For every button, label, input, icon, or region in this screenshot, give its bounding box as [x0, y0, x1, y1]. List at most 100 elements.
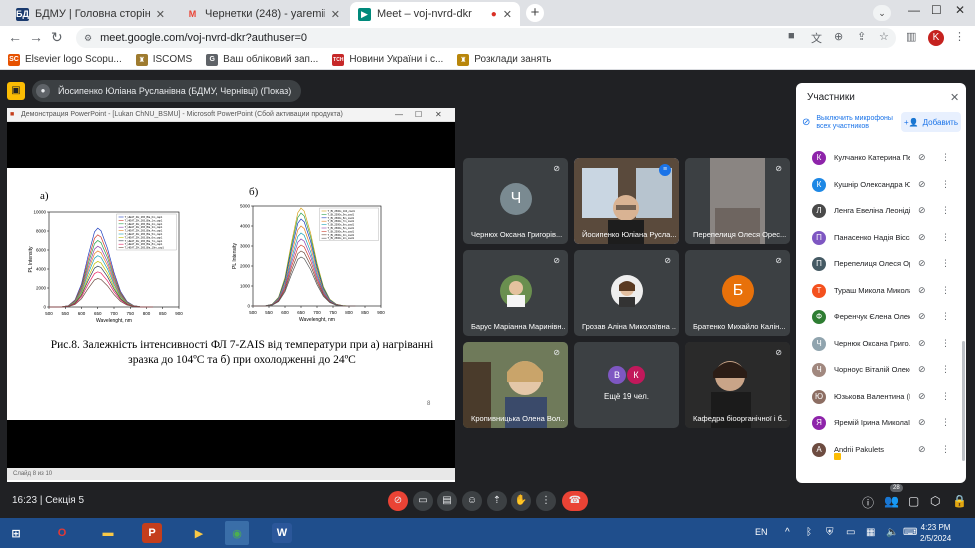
browser-menu-icon[interactable]: ⋮	[954, 30, 965, 43]
maximize-icon[interactable]: ☐	[931, 3, 942, 17]
profile-avatar[interactable]: K	[928, 30, 944, 46]
mic-off-icon[interactable]: ⊘	[918, 205, 926, 216]
forward-arrow-icon[interactable]: →	[29, 29, 43, 45]
mic-off-icon[interactable]: ⊘	[918, 285, 926, 296]
participant-tile[interactable]: ⊘ Ч Чернюх Оксана Григорів...	[463, 158, 568, 244]
bookmark-tsn[interactable]: ТСН Новини України і с...	[332, 53, 443, 66]
bookmark-iscoms[interactable]: ♜ ISCOMS	[135, 53, 192, 66]
system-clock[interactable]: 4:23 PM 2/5/2024	[920, 522, 951, 544]
bluetooth-icon[interactable]: ᛒ	[806, 527, 812, 538]
participant-row[interactable]: П Панасенко Надія Віссa... ⊘ ⋮	[796, 225, 966, 251]
side-panel-icon[interactable]: ▥	[906, 30, 916, 43]
share-icon[interactable]: ⇪	[857, 30, 866, 43]
powerpoint-taskbar-icon[interactable]: P	[142, 523, 162, 543]
volume-icon[interactable]: 🔈	[886, 527, 898, 538]
participant-row[interactable]: Ч Чернюк Оксана Григо... ⊘ ⋮	[796, 331, 966, 357]
participant-row[interactable]: Ч Чорноус Віталій Олекс... ⊘ ⋮	[796, 357, 966, 383]
leave-call-button[interactable]: ☎	[562, 491, 588, 511]
keyboard-language[interactable]: EN	[755, 527, 768, 537]
new-tab-button[interactable]: +	[526, 4, 544, 22]
host-controls-icon[interactable]: 🔒	[952, 494, 967, 508]
language-bar-icon[interactable]: ⌨	[903, 527, 917, 538]
reload-icon[interactable]: ↻	[51, 29, 63, 46]
tab-search-button[interactable]: ⌄	[873, 5, 891, 21]
close-panel-icon[interactable]: ✕	[950, 91, 959, 104]
participant-tile-speaking[interactable]: ≡ Йосипенко Юліана Русла...	[574, 158, 679, 244]
security-icon[interactable]: ⛨	[826, 527, 834, 538]
mic-off-icon[interactable]: ⊘	[918, 444, 926, 455]
participant-row[interactable]: A Andrii Pakulets ⊘ ⋮	[796, 437, 966, 463]
add-people-button[interactable]: +👤 Добавить	[901, 112, 961, 132]
mic-off-icon[interactable]: ⊘	[918, 391, 926, 402]
participant-row[interactable]: Я Яремій Ірина Миколаїв... ⊘ ⋮	[796, 410, 966, 436]
participant-row[interactable]: К Кушнір Олександра Ю... ⊘ ⋮	[796, 172, 966, 198]
word-taskbar-icon[interactable]: W	[272, 523, 292, 543]
chrome-taskbar-icon[interactable]: ◉	[225, 521, 249, 545]
close-tab-icon[interactable]: ✕	[156, 8, 165, 21]
zoom-icon[interactable]: ⊕	[834, 30, 843, 43]
chat-icon[interactable]: ▢	[908, 494, 919, 508]
participant-row[interactable]: П Перепелиця Олеся Ор... ⊘ ⋮	[796, 251, 966, 277]
mic-off-icon[interactable]: ⊘	[918, 258, 926, 269]
participant-tile[interactable]: ⊘ Кропивницька Олена Вол...	[463, 342, 568, 428]
more-options-icon[interactable]: ⋮	[941, 205, 950, 216]
captions-button[interactable]: ▤	[437, 491, 457, 511]
mic-off-icon[interactable]: ⊘	[918, 364, 926, 375]
file-explorer-icon[interactable]: ▬	[96, 521, 120, 545]
bookmark-star-icon[interactable]: ☆	[879, 30, 889, 43]
participant-tile[interactable]: ⊘ Кафедра біоорганічної і б...	[685, 342, 790, 428]
more-options-icon[interactable]: ⋮	[941, 285, 950, 296]
bookmark-scopus[interactable]: SC Elsevier logo Scopu...	[8, 53, 122, 66]
address-bar[interactable]: ⚙ meet.google.com/voj-nvrd-dkr?authuser=…	[76, 28, 896, 48]
mic-off-icon[interactable]: ⊘	[918, 232, 926, 243]
back-arrow-icon[interactable]: ←	[8, 29, 22, 45]
more-options-icon[interactable]: ⋮	[941, 258, 950, 269]
presenter-chip[interactable]: ● Йосипенко Юліана Русланівна (БДМУ, Чер…	[32, 80, 302, 102]
participant-row[interactable]: Т Тураш Микола Микола... ⊘ ⋮	[796, 278, 966, 304]
camera-toggle-button[interactable]: ▭	[413, 491, 433, 511]
more-options-icon[interactable]: ⋮	[941, 232, 950, 243]
minimize-icon[interactable]: —	[908, 3, 920, 17]
mic-off-icon[interactable]: ⊘	[918, 338, 926, 349]
more-options-icon[interactable]: ⋮	[941, 338, 950, 349]
participant-row[interactable]: Ю Юзькова Валентина (Б... ⊘ ⋮	[796, 384, 966, 410]
participant-tile[interactable]: ⊘ Б Братенко Михайло Калін...	[685, 250, 790, 336]
participant-row[interactable]: Л Ленга Евеліна Леонідів... ⊘ ⋮	[796, 198, 966, 224]
mute-all-button[interactable]: ⊘ Выключить микрофоны всех участников	[800, 110, 893, 136]
reactions-button[interactable]: ☺	[462, 491, 482, 511]
participant-tile[interactable]: ⊘ Барус Маріанна Маринівн...	[463, 250, 568, 336]
present-button[interactable]: ⇡	[487, 491, 507, 511]
more-options-icon[interactable]: ⋮	[941, 364, 950, 375]
battery-icon[interactable]: ▭	[846, 527, 855, 538]
close-tab-icon[interactable]: ✕	[503, 8, 512, 21]
mic-toggle-button[interactable]: ⊘	[388, 491, 408, 511]
camera-in-use-icon[interactable]: ■	[788, 30, 795, 42]
more-options-button[interactable]: ⋮	[536, 491, 556, 511]
participant-row[interactable]: К Кулчанко Катерина Пе... ⊘ ⋮	[796, 145, 966, 171]
raise-hand-button[interactable]: ✋	[511, 491, 531, 511]
bookmark-account[interactable]: G Ваш обліковий зап...	[206, 53, 318, 66]
more-options-icon[interactable]: ⋮	[941, 179, 950, 190]
tab-gmail[interactable]: M Чернетки (248) - yaremii.iryna@ ✕	[178, 2, 348, 26]
meeting-details-icon[interactable]: ⓘ	[862, 494, 874, 511]
more-options-icon[interactable]: ⋮	[941, 391, 950, 402]
more-participants-tile[interactable]: В К Ещё 19 чел.	[574, 342, 679, 428]
participant-tile[interactable]: ⊘ Грозав Аліна Миколаївна ...	[574, 250, 679, 336]
close-tab-icon[interactable]: ✕	[331, 8, 340, 21]
show-hidden-icons-icon[interactable]: ^	[785, 527, 790, 538]
mic-off-icon[interactable]: ⊘	[918, 311, 926, 322]
translate-icon[interactable]: 文	[811, 30, 822, 46]
tab-bsmu[interactable]: БД БДМУ | Головна сторінка ✕	[8, 2, 173, 26]
close-window-icon[interactable]: ✕	[955, 3, 965, 17]
mic-off-icon[interactable]: ⊘	[918, 179, 926, 190]
people-icon[interactable]: 👥	[884, 494, 899, 508]
more-options-icon[interactable]: ⋮	[941, 444, 950, 455]
bookmark-schedule[interactable]: ♜ Розклади занять	[457, 53, 552, 66]
participant-row[interactable]: Ф Ференчук Єлена Олек... ⊘ ⋮	[796, 304, 966, 330]
mic-off-icon[interactable]: ⊘	[918, 152, 926, 163]
windows-start-icon[interactable]: ⊞	[4, 521, 28, 545]
site-info-icon[interactable]: ⚙	[84, 33, 92, 44]
network-icon[interactable]: ▦	[866, 527, 875, 538]
opera-icon[interactable]: O	[50, 521, 74, 545]
mic-off-icon[interactable]: ⊘	[918, 417, 926, 428]
